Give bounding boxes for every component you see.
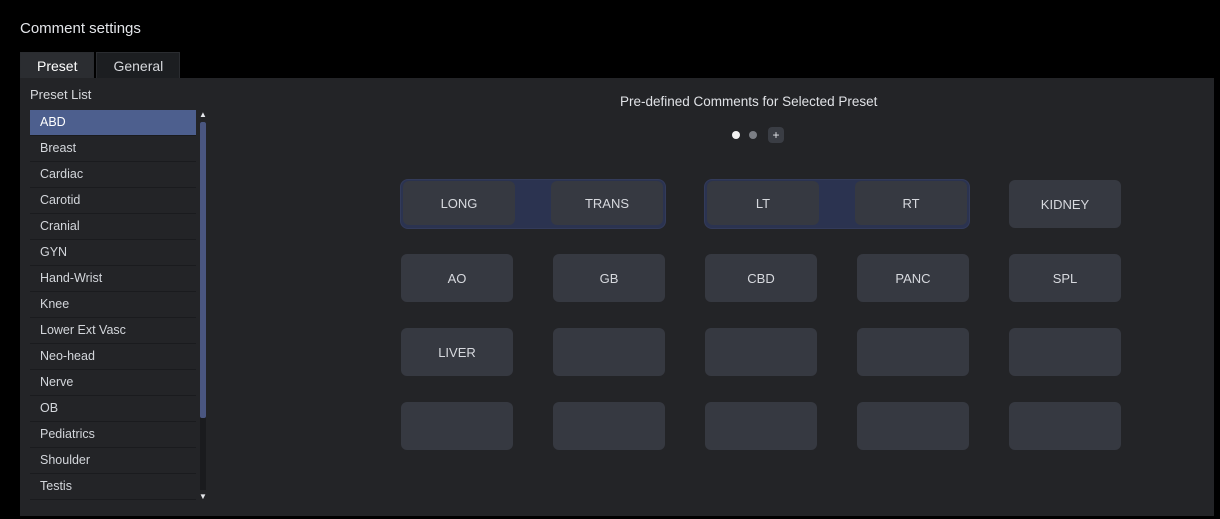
- preset-item[interactable]: Carotid: [30, 188, 196, 214]
- comment-button-gb[interactable]: GB: [553, 254, 665, 302]
- preset-item[interactable]: Nerve: [30, 370, 196, 396]
- comment-button-empty[interactable]: [401, 402, 513, 450]
- preset-list-scrollbar[interactable]: ▲ ▼: [198, 110, 208, 502]
- comment-button-panc[interactable]: PANC: [857, 254, 969, 302]
- comment-button-trans[interactable]: TRANS: [551, 181, 663, 225]
- comment-button-empty[interactable]: [857, 328, 969, 376]
- comment-button-long[interactable]: LONG: [403, 181, 515, 225]
- tab-preset[interactable]: Preset: [20, 52, 95, 78]
- preset-item[interactable]: Shoulder: [30, 448, 196, 474]
- preset-item[interactable]: Cardiac: [30, 162, 196, 188]
- scroll-down-icon[interactable]: ▼: [198, 492, 208, 502]
- preset-item[interactable]: Pediatrics: [30, 422, 196, 448]
- window-title: Comment settings: [20, 20, 141, 37]
- preset-item[interactable]: Testis: [30, 474, 196, 500]
- scroll-track[interactable]: [200, 122, 206, 490]
- preset-item[interactable]: Breast: [30, 136, 196, 162]
- preset-panel: Preset List ABD Breast Cardiac Carotid Crani…: [20, 78, 1214, 516]
- comment-button-ao[interactable]: AO: [401, 254, 513, 302]
- comment-button-lt[interactable]: LT: [707, 181, 819, 225]
- add-page-button[interactable]: +: [768, 127, 784, 143]
- comment-button-empty[interactable]: [705, 402, 817, 450]
- preset-item[interactable]: Knee: [30, 292, 196, 318]
- preset-item[interactable]: Neo-head: [30, 344, 196, 370]
- scroll-up-icon[interactable]: ▲: [198, 110, 208, 120]
- tab-bar: Preset General: [20, 52, 182, 78]
- preset-item[interactable]: Hand-Wrist: [30, 266, 196, 292]
- preset-list[interactable]: ABD Breast Cardiac Carotid Cranial GYN Hand-Wr…: [30, 110, 196, 502]
- comment-button-spl[interactable]: SPL: [1009, 254, 1121, 302]
- preset-item[interactable]: Cranial: [30, 214, 196, 240]
- page-dot-1[interactable]: [732, 131, 740, 139]
- tab-general[interactable]: General: [96, 52, 181, 78]
- preset-list-header: Preset List: [30, 87, 92, 102]
- comment-button-liver[interactable]: LIVER: [401, 328, 513, 376]
- comment-button-kidney[interactable]: KIDNEY: [1009, 180, 1121, 228]
- comment-button-empty[interactable]: [1009, 402, 1121, 450]
- page-dot-2[interactable]: [749, 131, 757, 139]
- comment-button-rt[interactable]: RT: [855, 181, 967, 225]
- comment-settings-window: Comment settings Preset General Preset L…: [0, 0, 1220, 519]
- preset-item[interactable]: Lower Ext Vasc: [30, 318, 196, 344]
- comment-button-cbd[interactable]: CBD: [705, 254, 817, 302]
- scroll-thumb[interactable]: [200, 122, 206, 418]
- preset-item[interactable]: GYN: [30, 240, 196, 266]
- comment-button-empty[interactable]: [705, 328, 817, 376]
- comment-button-empty[interactable]: [857, 402, 969, 450]
- comment-button-empty[interactable]: [553, 328, 665, 376]
- page-indicator: +: [732, 127, 784, 143]
- comment-button-empty[interactable]: [553, 402, 665, 450]
- preset-item[interactable]: OB: [30, 396, 196, 422]
- comments-title: Pre-defined Comments for Selected Preset: [620, 94, 878, 109]
- comment-button-empty[interactable]: [1009, 328, 1121, 376]
- preset-item[interactable]: ABD: [30, 110, 196, 136]
